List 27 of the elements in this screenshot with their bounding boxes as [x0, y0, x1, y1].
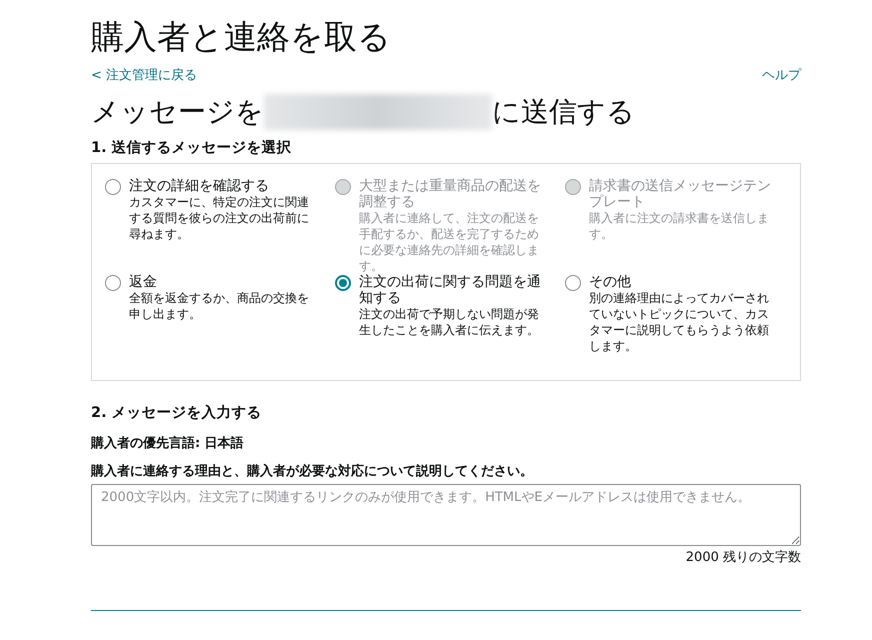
radio-button[interactable]: [565, 275, 581, 291]
option-label: 注文の詳細を確認する: [129, 178, 270, 194]
message-input-field[interactable]: 2000文字以内。注文完了に関連するリンクのみが使用できます。HTMLやEメールアドレスは使用できません。: [91, 484, 801, 546]
option-description: 全額を返金するか、商品の交換を申し出ます。: [129, 290, 310, 322]
page-title: 購入者と連絡を取る: [91, 16, 392, 58]
option-description: 注文の出荷で予期しない問題が発生したことを購入者に伝えます。: [359, 306, 540, 338]
heading-text: メッセージを: [91, 94, 264, 130]
option-description: 購入者に注文の請求書を送信します。: [589, 210, 770, 242]
option-description: 購入者に連絡して、注文の配送を手配するか、配送を完了するために必要な連絡先の詳細を確認します。: [359, 210, 540, 274]
option-description: カスタマーに、特定の注文に関連する質問を彼らの注文の出荷前に尋ねます。: [129, 194, 310, 242]
language-label: 購入者の優先言語: 日本語: [91, 434, 245, 452]
option-label: 注文の出荷に関する問題を通知する: [359, 274, 542, 306]
section-heading: 2. メッセージを入力する: [91, 404, 263, 422]
radio-button[interactable]: [335, 275, 351, 291]
section-heading: 1. 送信するメッセージを選択: [91, 139, 293, 157]
option-description: 別の連絡理由によってカバーされていないトピックについて、カスタマーに説明してもらうよう依頼します。: [589, 290, 770, 354]
heading-text: に送信する: [492, 94, 635, 130]
option-label: 大型または重量商品の配送を調整する: [359, 178, 542, 210]
field-label: 購入者に連絡する理由と、購入者が必要な対応について説明してください。: [91, 462, 534, 480]
help-link[interactable]: ヘルプ: [762, 66, 801, 84]
radio-button[interactable]: [105, 179, 121, 195]
radio-button[interactable]: [105, 275, 121, 291]
option-label: その他: [589, 274, 632, 290]
option-label: 返金: [129, 274, 158, 290]
back-link[interactable]: < 注文管理に戻る: [91, 66, 198, 84]
option-label: 請求書の送信メッセージテンプレート: [589, 178, 772, 210]
character-counter: 2000 残りの文字数: [684, 549, 801, 566]
